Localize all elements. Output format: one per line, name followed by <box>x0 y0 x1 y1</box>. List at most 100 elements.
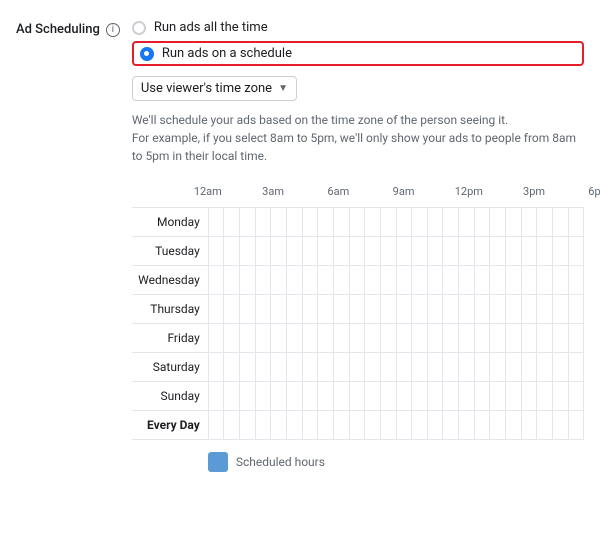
grid-cell[interactable] <box>303 324 319 352</box>
grid-cell[interactable] <box>271 266 287 294</box>
grid-cell[interactable] <box>271 208 287 236</box>
every-day-cell[interactable] <box>412 411 428 439</box>
grid-cell[interactable] <box>240 324 256 352</box>
grid-cell[interactable] <box>271 324 287 352</box>
grid-cell[interactable] <box>381 266 397 294</box>
grid-cell[interactable] <box>553 237 569 265</box>
grid-cell[interactable] <box>569 266 585 294</box>
grid-cell[interactable] <box>365 266 381 294</box>
every-day-cell[interactable] <box>459 411 475 439</box>
grid-cell[interactable] <box>287 266 303 294</box>
grid-cell[interactable] <box>397 266 413 294</box>
grid-cell[interactable] <box>256 295 272 323</box>
grid-cell[interactable] <box>287 353 303 381</box>
grid-cell[interactable] <box>506 237 522 265</box>
every-day-cell[interactable] <box>490 411 506 439</box>
grid-cell[interactable] <box>334 382 350 410</box>
grid-cell[interactable] <box>569 208 585 236</box>
grid-cell[interactable] <box>553 266 569 294</box>
grid-cell[interactable] <box>428 237 444 265</box>
grid-cell[interactable] <box>537 324 553 352</box>
grid-cell[interactable] <box>428 353 444 381</box>
grid-cell[interactable] <box>240 382 256 410</box>
grid-cell[interactable] <box>490 237 506 265</box>
grid-cell[interactable] <box>506 353 522 381</box>
grid-cell[interactable] <box>443 266 459 294</box>
grid-cell[interactable] <box>209 324 225 352</box>
grid-cell[interactable] <box>224 324 240 352</box>
grid-cell[interactable] <box>443 324 459 352</box>
every-day-cell[interactable] <box>428 411 444 439</box>
grid-cell[interactable] <box>287 208 303 236</box>
grid-cell[interactable] <box>381 295 397 323</box>
grid-cell[interactable] <box>334 237 350 265</box>
grid-cell[interactable] <box>537 382 553 410</box>
every-day-cell[interactable] <box>303 411 319 439</box>
grid-cell[interactable] <box>334 266 350 294</box>
grid-cell[interactable] <box>350 324 366 352</box>
grid-cell[interactable] <box>397 353 413 381</box>
grid-cell[interactable] <box>522 382 538 410</box>
grid-cell[interactable] <box>428 208 444 236</box>
grid-cell[interactable] <box>365 208 381 236</box>
grid-cell[interactable] <box>522 208 538 236</box>
grid-cell[interactable] <box>256 237 272 265</box>
grid-cell[interactable] <box>256 266 272 294</box>
grid-cell[interactable] <box>522 353 538 381</box>
grid-cell[interactable] <box>240 353 256 381</box>
grid-cell[interactable] <box>397 324 413 352</box>
grid-cell[interactable] <box>303 382 319 410</box>
grid-cell[interactable] <box>209 266 225 294</box>
grid-cell[interactable] <box>303 208 319 236</box>
grid-cell[interactable] <box>365 295 381 323</box>
grid-cell[interactable] <box>412 295 428 323</box>
grid-cell[interactable] <box>506 382 522 410</box>
grid-cell[interactable] <box>397 237 413 265</box>
grid-cell[interactable] <box>412 324 428 352</box>
grid-cell[interactable] <box>459 324 475 352</box>
grid-cell[interactable] <box>506 295 522 323</box>
grid-cell[interactable] <box>569 295 585 323</box>
every-day-cell[interactable] <box>256 411 272 439</box>
grid-cell[interactable] <box>381 208 397 236</box>
grid-cell[interactable] <box>256 208 272 236</box>
grid-cell[interactable] <box>365 353 381 381</box>
grid-cell[interactable] <box>381 382 397 410</box>
grid-cell[interactable] <box>240 208 256 236</box>
grid-cell[interactable] <box>506 266 522 294</box>
grid-cell[interactable] <box>475 295 491 323</box>
grid-cell[interactable] <box>459 353 475 381</box>
grid-cell[interactable] <box>334 324 350 352</box>
grid-cell[interactable] <box>428 266 444 294</box>
grid-cell[interactable] <box>443 208 459 236</box>
grid-cell[interactable] <box>224 295 240 323</box>
grid-cell[interactable] <box>443 295 459 323</box>
grid-cell[interactable] <box>287 382 303 410</box>
grid-cell[interactable] <box>240 266 256 294</box>
every-day-cell[interactable] <box>209 411 225 439</box>
grid-cell[interactable] <box>303 353 319 381</box>
grid-cell[interactable] <box>459 208 475 236</box>
grid-cell[interactable] <box>490 208 506 236</box>
grid-cell[interactable] <box>443 237 459 265</box>
grid-cell[interactable] <box>506 324 522 352</box>
every-day-cell[interactable] <box>506 411 522 439</box>
grid-cell[interactable] <box>381 324 397 352</box>
grid-cell[interactable] <box>459 237 475 265</box>
grid-cell[interactable] <box>224 382 240 410</box>
radio-input-schedule[interactable] <box>140 47 154 61</box>
every-day-cell[interactable] <box>475 411 491 439</box>
grid-cell[interactable] <box>318 382 334 410</box>
grid-cell[interactable] <box>490 382 506 410</box>
grid-cell[interactable] <box>490 324 506 352</box>
grid-cell[interactable] <box>475 382 491 410</box>
grid-cell[interactable] <box>334 295 350 323</box>
grid-cell[interactable] <box>271 353 287 381</box>
grid-cell[interactable] <box>318 237 334 265</box>
radio-option-all-time[interactable]: Run ads all the time <box>132 20 584 35</box>
grid-cell[interactable] <box>569 382 585 410</box>
every-day-cell[interactable] <box>537 411 553 439</box>
grid-cell[interactable] <box>271 295 287 323</box>
grid-cell[interactable] <box>303 237 319 265</box>
grid-cell[interactable] <box>209 237 225 265</box>
